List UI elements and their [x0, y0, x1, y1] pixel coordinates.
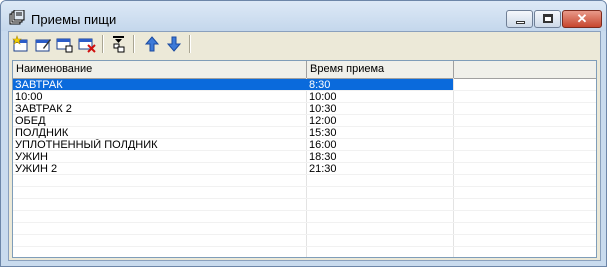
- maximize-button[interactable]: [534, 10, 561, 28]
- filter-icon[interactable]: [110, 35, 128, 53]
- column-header-name[interactable]: Наименование: [13, 61, 307, 78]
- toolbar: [9, 32, 600, 56]
- close-button[interactable]: ✕: [562, 10, 602, 28]
- grid-line: [13, 114, 596, 115]
- grid-line: [13, 222, 596, 223]
- maximize-icon: [543, 14, 553, 23]
- delete-record-icon[interactable]: [78, 35, 96, 53]
- close-icon: ✕: [576, 11, 588, 26]
- minimize-icon: [516, 21, 525, 24]
- grid-line: [13, 186, 596, 187]
- move-up-icon[interactable]: [143, 35, 161, 53]
- minimize-button[interactable]: [506, 10, 533, 28]
- grid-line: [13, 198, 596, 199]
- toolbar-separator: [133, 35, 135, 53]
- grid-line: [13, 126, 596, 127]
- grid-line: [13, 210, 596, 211]
- grid-line: [13, 138, 596, 139]
- meals-table[interactable]: Наименование Время приема ЗАВТРАК 8:30 10:…: [12, 60, 597, 258]
- grid-line: [13, 150, 596, 151]
- window: Приемы пищи ✕ Наименование Время приема …: [0, 0, 607, 267]
- window-title: Приемы пищи: [31, 12, 117, 27]
- grid-line: [13, 246, 596, 247]
- grid-line: [13, 90, 596, 91]
- client-area: Наименование Время приема ЗАВТРАК 8:30 10:…: [8, 31, 601, 261]
- grid-line: [13, 174, 596, 175]
- add-record-icon[interactable]: [12, 35, 30, 53]
- column-header-time[interactable]: Время приема: [307, 61, 454, 78]
- toolbar-separator: [102, 35, 104, 53]
- toolbar-separator: [189, 35, 191, 53]
- title-bar[interactable]: Приемы пищи ✕: [1, 1, 606, 31]
- move-down-icon[interactable]: [165, 35, 183, 53]
- grid-line: [13, 102, 596, 103]
- app-icon: [9, 10, 25, 25]
- grid-line: [13, 162, 596, 163]
- table-header: Наименование Время приема: [13, 61, 596, 79]
- copy-record-icon[interactable]: [56, 35, 74, 53]
- grid-line: [13, 234, 596, 235]
- edit-record-icon[interactable]: [34, 35, 52, 53]
